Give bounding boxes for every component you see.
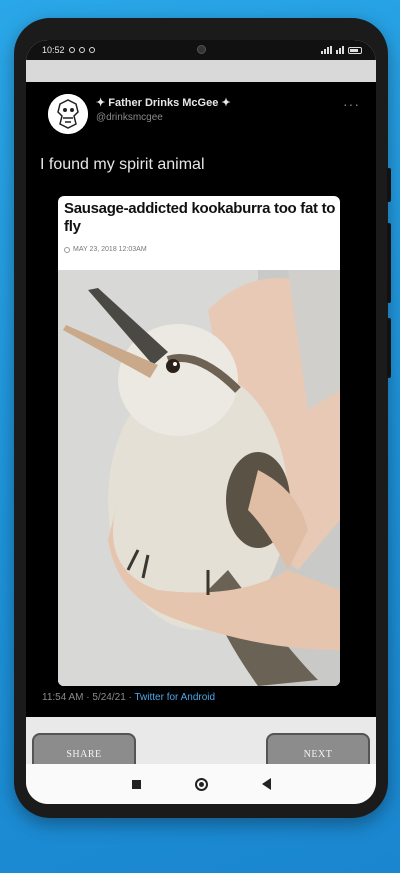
card-meta: MAY 23, 2018 12:03AM	[64, 246, 147, 253]
tweet-source-link[interactable]: Twitter for Android	[134, 692, 215, 703]
card-headline: Sausage-addicted kookaburra too fat to f…	[64, 200, 336, 235]
user-handle[interactable]: @drinksmcgee	[96, 112, 163, 123]
recents-icon[interactable]	[131, 779, 141, 789]
home-icon[interactable]	[194, 777, 208, 791]
side-button	[387, 318, 391, 378]
front-camera	[197, 45, 206, 54]
battery-icon	[348, 46, 362, 54]
display-name[interactable]: ✦ Father Drinks McGee ✦	[96, 96, 231, 109]
tweet-text: I found my spirit animal	[40, 156, 205, 173]
tweet-footer: 11:54 AM · 5/24/21 · Twitter for Android	[42, 692, 215, 703]
tweet[interactable]: ✦ Father Drinks McGee ✦ @drinksmcgee ···…	[26, 82, 376, 717]
link-card[interactable]: Sausage-addicted kookaburra too fat to f…	[58, 196, 340, 686]
power-button	[387, 168, 391, 202]
signal-icon	[321, 46, 332, 54]
wifi-icon	[336, 46, 344, 54]
back-icon[interactable]	[261, 778, 271, 790]
phone-frame: 10:52 ✦ Father Drinks McGee ✦ @drinksmcg…	[14, 18, 391, 818]
status-time: 10:52	[42, 45, 65, 55]
notification-icon	[68, 47, 75, 53]
clock-icon	[64, 246, 70, 253]
card-date: MAY 23, 2018 12:03AM	[73, 246, 147, 253]
tweet-timestamp: 11:54 AM · 5/24/21 ·	[42, 692, 132, 703]
screen: 10:52 ✦ Father Drinks McGee ✦ @drinksmcg…	[26, 40, 376, 804]
notification-icon	[88, 47, 95, 53]
avatar[interactable]	[48, 94, 88, 134]
volume-button	[387, 223, 391, 303]
kookaburra-photo	[58, 270, 340, 686]
system-nav-bar	[26, 764, 376, 804]
more-options-icon[interactable]: ···	[343, 96, 360, 112]
status-bar: 10:52	[26, 40, 376, 60]
app-bar	[26, 60, 376, 82]
notification-icon	[78, 47, 85, 53]
